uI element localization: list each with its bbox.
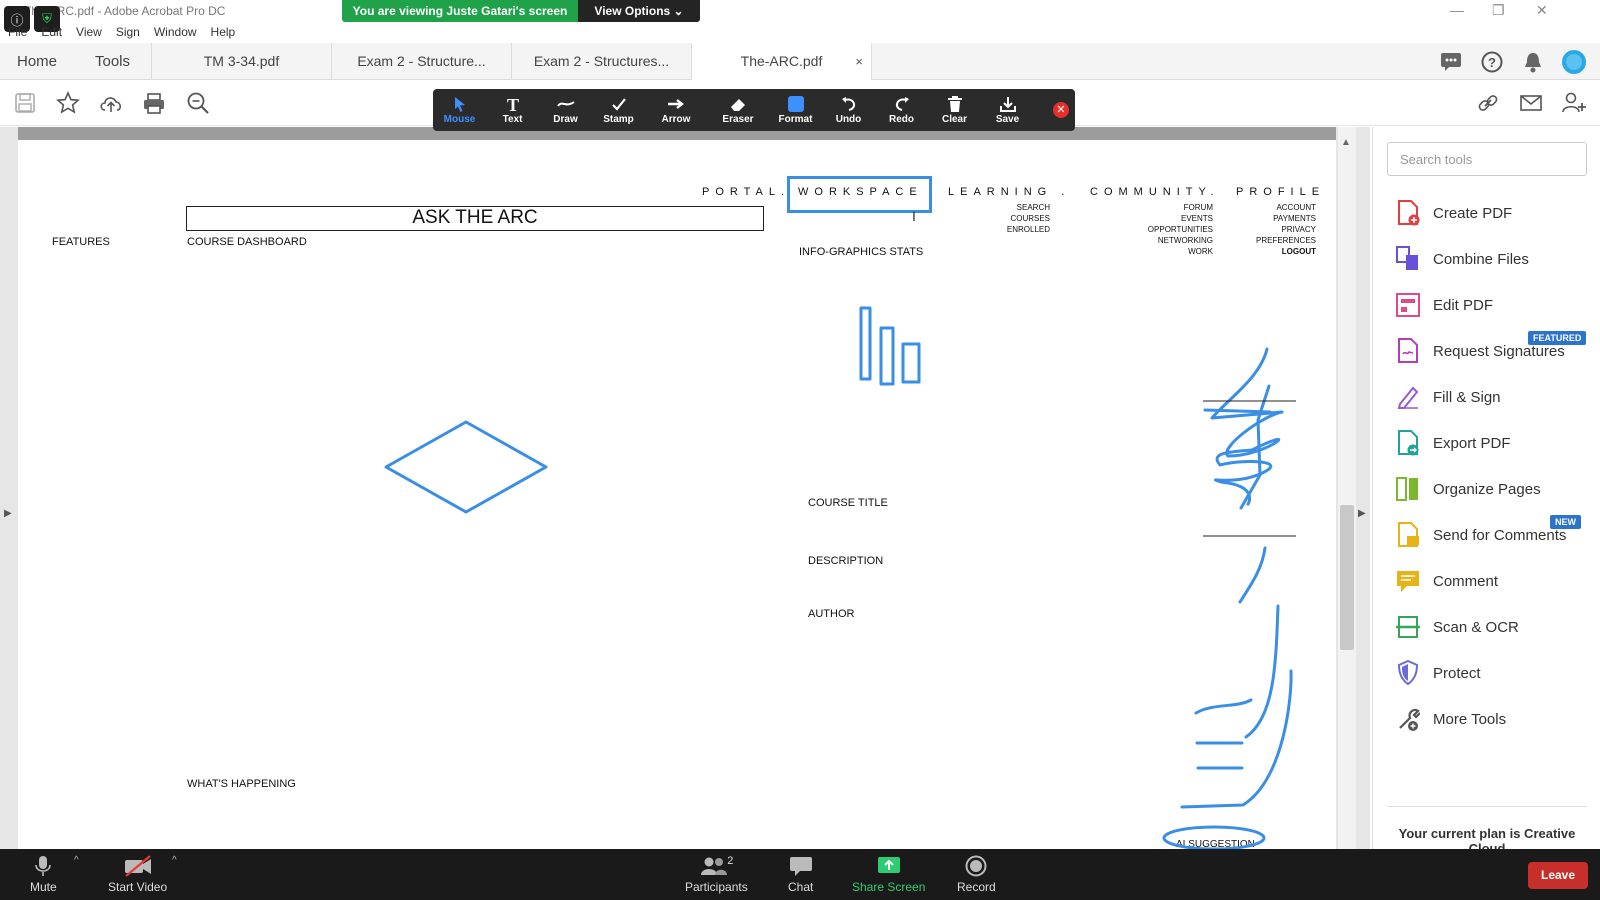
tool-combine-files[interactable]: Combine Files — [1395, 244, 1529, 274]
annotation-toolbar: Mouse T Text Draw Stamp Arrow Eraser For… — [433, 89, 1075, 131]
scan-ocr-icon — [1395, 614, 1421, 640]
drawn-diamond — [384, 420, 548, 514]
tool-fill-sign[interactable]: Fill & Sign — [1395, 382, 1501, 412]
drawn-stroke-3 — [1180, 669, 1293, 809]
save-annotation-tool[interactable]: Save — [981, 89, 1034, 131]
organize-pages-icon — [1395, 476, 1421, 502]
drawn-scribble-1 — [1210, 347, 1284, 506]
tool-protect[interactable]: Protect — [1395, 658, 1481, 688]
zoom-meeting-controls: Mute ^ Start Video ^ 2 Participants Chat… — [0, 849, 1600, 900]
drawn-bar-1 — [859, 306, 872, 381]
tool-comment[interactable]: Comment — [1395, 566, 1498, 596]
drawn-stroke-1 — [1238, 546, 1267, 604]
send-for-comments-icon — [1395, 522, 1421, 548]
search-tools-input[interactable]: Search tools — [1387, 142, 1587, 176]
chat-button[interactable]: Chat — [788, 855, 813, 894]
drawn-line-1 — [1203, 408, 1272, 414]
export-pdf-icon — [1395, 430, 1421, 456]
protect-shield-icon — [1395, 660, 1421, 686]
tool-more-tools[interactable]: More Tools — [1395, 704, 1506, 734]
mouse-tool[interactable]: Mouse — [433, 89, 486, 131]
drawn-bar-3 — [901, 342, 921, 384]
drawn-dash-1 — [1194, 698, 1253, 715]
participants-count: 2 — [727, 855, 734, 867]
drawn-ellipse — [1162, 825, 1266, 851]
new-badge: NEW — [1550, 515, 1581, 529]
record-button[interactable]: Record — [957, 855, 996, 894]
tool-export-pdf[interactable]: Export PDF — [1395, 428, 1511, 458]
drawn-bar-2 — [879, 326, 895, 386]
participants-button[interactable]: 2 Participants — [685, 855, 748, 894]
drawing-overlay — [384, 306, 1296, 851]
tool-create-pdf[interactable]: Create PDF — [1395, 198, 1512, 228]
sidebar-divider — [1387, 806, 1587, 807]
mute-button[interactable]: Mute — [30, 855, 57, 894]
text-tool[interactable]: T Text — [486, 89, 539, 131]
featured-badge: FEATURED — [1528, 331, 1587, 345]
tool-send-for-comments[interactable]: Send for Comments — [1395, 520, 1566, 550]
comment-icon — [1395, 568, 1421, 594]
undo-tool[interactable]: Undo — [822, 89, 875, 131]
tool-edit-pdf[interactable]: Edit PDF — [1395, 290, 1493, 320]
video-options-chevron-icon[interactable]: ^ — [172, 855, 177, 866]
leave-meeting-button[interactable]: Leave — [1528, 862, 1588, 889]
wrench-plus-icon — [1395, 706, 1421, 732]
combine-files-icon — [1395, 246, 1421, 272]
draw-tool[interactable]: Draw — [539, 89, 592, 131]
mute-options-chevron-icon[interactable]: ^ — [74, 855, 79, 866]
share-screen-button[interactable]: Share Screen — [852, 855, 925, 894]
close-annotation-toolbar-icon[interactable]: ✕ — [1053, 102, 1069, 118]
arrow-tool[interactable]: Arrow — [645, 89, 707, 131]
clear-tool[interactable]: Clear — [928, 89, 981, 131]
tool-scan-ocr[interactable]: Scan & OCR — [1395, 612, 1519, 642]
start-video-button[interactable]: Start Video — [108, 855, 167, 894]
fill-sign-icon — [1395, 384, 1421, 410]
stamp-tool[interactable]: Stamp — [592, 89, 645, 131]
request-signatures-icon — [1395, 338, 1421, 364]
eraser-tool[interactable]: Eraser — [707, 89, 769, 131]
edit-pdf-icon — [1395, 292, 1421, 318]
tool-organize-pages[interactable]: Organize Pages — [1395, 474, 1541, 504]
redo-tool[interactable]: Redo — [875, 89, 928, 131]
format-tool[interactable]: Format — [769, 89, 822, 131]
svg-text:T: T — [506, 96, 518, 112]
create-pdf-icon — [1395, 200, 1421, 226]
drawn-stroke-2 — [1244, 604, 1280, 739]
